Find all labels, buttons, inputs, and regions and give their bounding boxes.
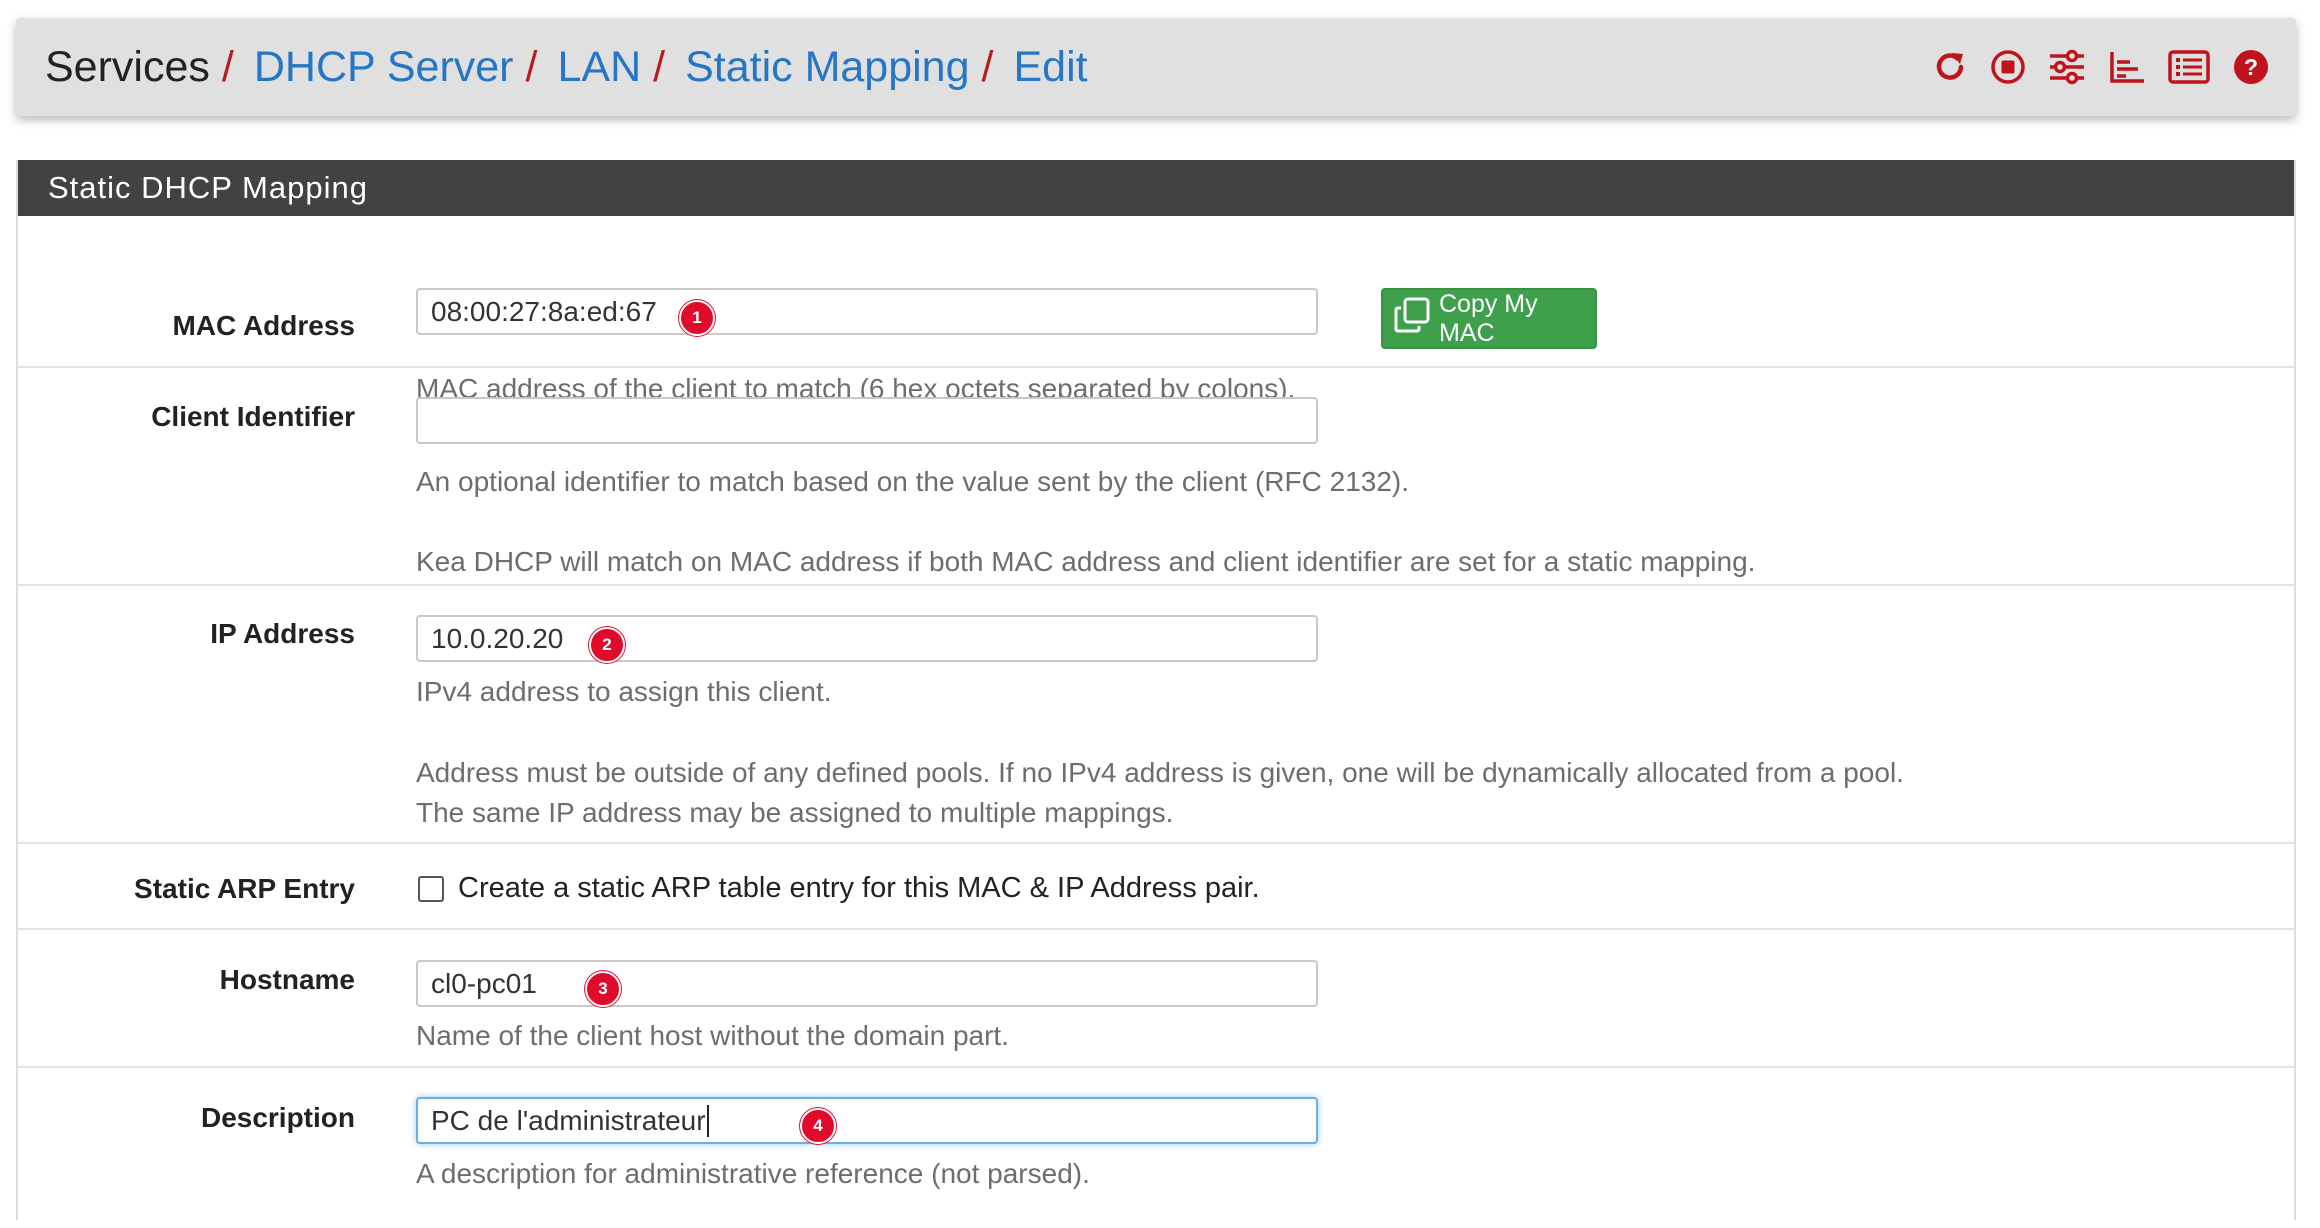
breadcrumb-separator: / [221,42,234,91]
description-input[interactable]: PC de l'administrateur [416,1097,1318,1144]
mac-address-value: 08:00:27:8a:ed:67 [431,295,657,327]
breadcrumb-separator: / [981,42,994,91]
list-icon[interactable] [2168,49,2210,85]
mac-address-label: MAC Address [172,310,355,341]
annotation-badge: 3 [585,971,621,1007]
chart-icon[interactable] [2108,49,2146,85]
annotation-badge: 1 [679,300,715,336]
copy-icon [1393,296,1431,341]
client-identifier-note: Kea DHCP will match on MAC address if bo… [416,546,1756,577]
annotation-badge: 4 [800,1108,836,1144]
static-arp-checkbox[interactable] [418,876,444,902]
text-cursor [706,1104,709,1137]
description-row: Description PC de l'administrateur 4 A d… [18,1068,2294,1228]
ip-address-help: IPv4 address to assign this client. [416,676,832,707]
breadcrumb-separator: / [653,42,666,91]
client-identifier-label: Client Identifier [151,401,355,432]
static-arp-row: Static ARP Entry Create a static ARP tab… [18,844,2294,930]
help-icon[interactable]: ? [2232,48,2270,86]
client-identifier-input[interactable] [416,397,1318,444]
header-toolbar: ? [1932,18,2270,116]
mac-address-input[interactable]: 08:00:27:8a:ed:67 [416,288,1318,335]
breadcrumb: Services / DHCP Server / LAN / Static Ma… [45,18,1088,116]
stop-icon[interactable] [1990,49,2026,85]
hostname-help: Name of the client host without the doma… [416,1020,1009,1051]
breadcrumb-lan[interactable]: LAN [557,43,641,92]
ip-address-shared-note: The same IP address may be assigned to m… [416,797,1174,828]
breadcrumb-separator: / [525,42,538,91]
static-arp-checkbox-label[interactable]: Create a static ARP table entry for this… [458,872,1260,905]
ip-address-label: IP Address [210,618,355,649]
breadcrumb-static-mapping[interactable]: Static Mapping [685,43,969,92]
ip-address-row: IP Address 10.0.20.20 2 IPv4 address to … [18,586,2294,844]
ip-address-input[interactable]: 10.0.20.20 [416,615,1318,662]
settings-sliders-icon[interactable] [2048,49,2086,85]
ip-address-pool-note: Address must be outside of any defined p… [416,757,1904,788]
mac-address-row: MAC Address 08:00:27:8a:ed:67 1 Copy My … [18,216,2294,404]
reload-icon[interactable] [1932,49,1968,85]
description-value: PC de l'administrateur [431,1104,706,1136]
breadcrumb-bar: Services / DHCP Server / LAN / Static Ma… [16,18,2296,116]
breadcrumb-edit[interactable]: Edit [1013,43,1087,92]
copy-my-mac-button[interactable]: Copy My MAC [1381,288,1597,349]
description-label: Description [200,1102,355,1133]
breadcrumb-dhcp-server[interactable]: DHCP Server [254,43,514,92]
description-help: A description for administrative referen… [416,1158,1090,1189]
svg-text:?: ? [2244,54,2258,80]
copy-my-mac-label: Copy My MAC [1439,289,1538,347]
client-identifier-help: An optional identifier to match based on… [416,466,1410,497]
panel-title: Static DHCP Mapping [18,160,2294,216]
hostname-input[interactable]: cl0-pc01 [416,960,1318,1007]
static-arp-label: Static ARP Entry [134,873,355,904]
hostname-value: cl0-pc01 [431,967,537,999]
static-dhcp-mapping-panel: Static DHCP Mapping MAC Address 08:00:27… [16,160,2296,1220]
hostname-label: Hostname [219,964,355,995]
client-identifier-row: Client Identifier An optional identifier… [18,368,2294,586]
breadcrumb-root: Services [45,42,210,91]
annotation-badge: 2 [589,627,625,663]
ip-address-value: 10.0.20.20 [431,622,564,654]
hostname-row: Hostname cl0-pc01 3 Name of the client h… [18,930,2294,1068]
